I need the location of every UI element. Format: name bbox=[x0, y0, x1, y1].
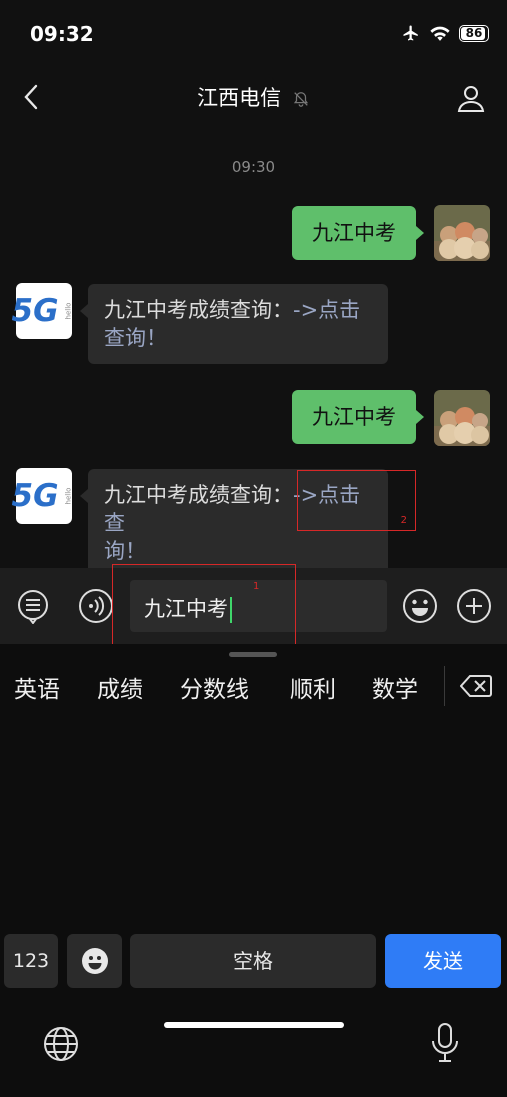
emoji-key[interactable] bbox=[67, 934, 122, 988]
user-avatar[interactable] bbox=[434, 390, 490, 446]
logo-hello: hello bbox=[64, 302, 73, 320]
chat-title: 江西电信 bbox=[197, 86, 282, 110]
status-icons: 86 bbox=[401, 24, 489, 42]
input-bar: 九江中考 1 bbox=[0, 564, 507, 646]
annotation-label: 1 bbox=[253, 581, 260, 592]
airplane-icon bbox=[403, 25, 418, 41]
user-avatar[interactable] bbox=[434, 205, 490, 261]
candidate-word[interactable]: 数学 bbox=[372, 670, 418, 704]
keyboard: 英语 成绩 分数线 顺利 数学 123 空格 发送 bbox=[0, 644, 507, 1097]
annotation-box: 1 bbox=[112, 564, 296, 646]
microphone-icon[interactable] bbox=[428, 1022, 462, 1064]
space-key[interactable]: 空格 bbox=[130, 934, 376, 988]
menu-list-icon[interactable] bbox=[15, 588, 51, 624]
candidate-word[interactable]: 英语 bbox=[14, 670, 60, 704]
annotation-label: 2 bbox=[400, 515, 407, 526]
message-text: 九江中考成绩查询： bbox=[104, 483, 293, 507]
message-bubble-outgoing[interactable]: 九江中考 bbox=[292, 206, 424, 260]
home-indicator[interactable] bbox=[164, 1022, 344, 1028]
voice-icon[interactable] bbox=[78, 588, 114, 624]
message-bubble-outgoing[interactable]: 九江中考 bbox=[292, 390, 424, 444]
emoji-icon[interactable] bbox=[402, 588, 438, 624]
page-title: 江西电信 bbox=[0, 82, 507, 112]
operator-avatar[interactable]: 5G hello bbox=[12, 283, 73, 339]
message-bubble-incoming[interactable]: 九江中考成绩查询：->点击查询！ bbox=[80, 284, 388, 364]
message-text: 九江中考成绩查询： bbox=[104, 298, 293, 322]
keyboard-handle[interactable] bbox=[229, 652, 277, 657]
status-time: 09:32 bbox=[30, 22, 94, 46]
chat-area[interactable]: 09:30 九江中考 5G hello 九江中考成绩查询：->点击查询！ 九江中… bbox=[0, 126, 507, 577]
annotation-box: 2 bbox=[297, 470, 416, 531]
candidate-word[interactable]: 成绩 bbox=[97, 670, 143, 704]
logo-5g: 5G bbox=[11, 478, 59, 514]
globe-icon[interactable] bbox=[42, 1025, 80, 1063]
operator-avatar[interactable]: 5G hello bbox=[12, 468, 73, 524]
number-key[interactable]: 123 bbox=[4, 934, 58, 988]
nav-bar: 江西电信 bbox=[0, 70, 507, 127]
emoji-key-icon bbox=[81, 948, 108, 974]
candidate-divider bbox=[444, 666, 445, 706]
battery-level: 86 bbox=[465, 25, 483, 40]
logo-5g: 5G bbox=[11, 293, 59, 329]
mute-bell-icon bbox=[293, 92, 308, 107]
send-button[interactable]: 发送 bbox=[385, 934, 501, 988]
add-icon[interactable] bbox=[456, 588, 492, 624]
logo-hello: hello bbox=[64, 487, 73, 505]
battery-icon: 86 bbox=[459, 24, 489, 42]
backspace-icon[interactable] bbox=[460, 674, 492, 698]
candidate-word[interactable]: 顺利 bbox=[290, 670, 336, 704]
chat-timestamp: 09:30 bbox=[231, 158, 276, 176]
profile-icon[interactable] bbox=[455, 82, 487, 114]
query-link-continued[interactable]: 询！ bbox=[104, 539, 146, 563]
wifi-icon bbox=[430, 26, 450, 41]
candidate-word[interactable]: 分数线 bbox=[180, 670, 249, 704]
